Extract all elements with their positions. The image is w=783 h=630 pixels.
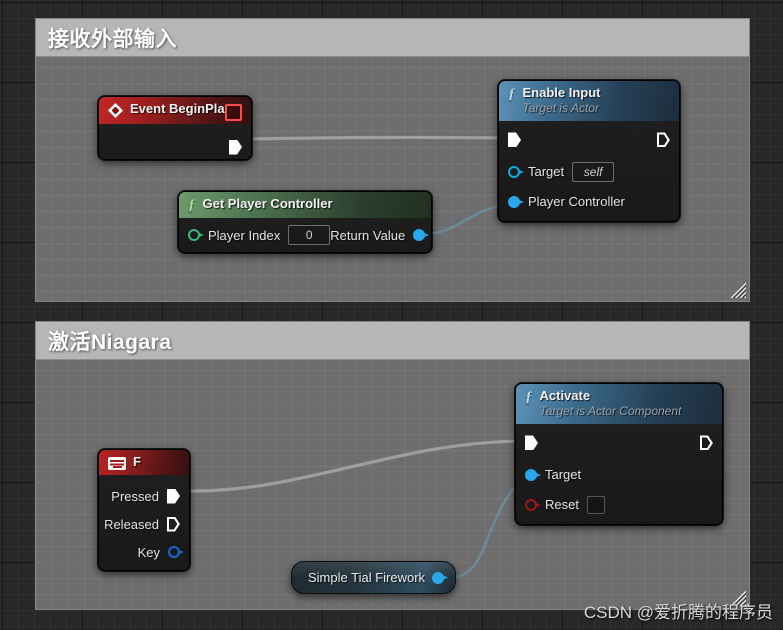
exec-output-pin[interactable] bbox=[229, 139, 242, 155]
pin-row-exec-out bbox=[99, 134, 251, 159]
watermark-text: CSDN @爱折腾的程序员 bbox=[583, 603, 773, 622]
variable-output-pin[interactable] bbox=[432, 571, 445, 584]
node-title: Enable Input bbox=[522, 85, 601, 100]
pin-row-exec bbox=[516, 430, 722, 456]
node-header[interactable]: ƒ Activate Target is Actor Component bbox=[516, 384, 722, 424]
return-value-output-pin[interactable] bbox=[413, 229, 426, 241]
node-subtitle: Target is Actor Component bbox=[539, 403, 682, 418]
exec-output-pin[interactable] bbox=[700, 435, 713, 450]
node-input-key-f[interactable]: F Pressed Released Key bbox=[98, 449, 190, 571]
pin-label-pressed: Pressed bbox=[111, 488, 159, 504]
function-f-icon: ƒ bbox=[525, 389, 533, 405]
pin-row-player-controller: Player Controller bbox=[499, 189, 679, 215]
node-event-begin-play[interactable]: Event BeginPlay bbox=[98, 96, 252, 160]
pin-row-target: Target self bbox=[499, 159, 679, 185]
node-body: Target self Player Controller bbox=[499, 120, 679, 221]
node-body: Pressed Released Key bbox=[99, 475, 189, 570]
target-input-pin[interactable] bbox=[508, 165, 520, 178]
node-simple-tial-firework-getter[interactable]: Simple Tial Firework bbox=[291, 561, 457, 594]
pin-row-player-index: Player Index 0 Return Value bbox=[179, 222, 431, 248]
node-header[interactable]: Event BeginPlay bbox=[99, 97, 251, 124]
player-index-input-pin[interactable] bbox=[188, 229, 200, 241]
event-diamond-icon bbox=[108, 103, 123, 118]
pin-label-player-index: Player Index bbox=[208, 227, 281, 243]
pin-label-return-value: Return Value bbox=[330, 227, 406, 243]
released-exec-output-pin[interactable] bbox=[167, 517, 180, 532]
pin-label-reset: Reset bbox=[545, 497, 579, 513]
pressed-exec-output-pin[interactable] bbox=[167, 488, 180, 504]
player-controller-input-pin[interactable] bbox=[508, 195, 520, 208]
pin-row-reset: Reset bbox=[516, 492, 722, 518]
pin-row-released: Released bbox=[99, 511, 189, 537]
node-body: Target Reset bbox=[516, 423, 722, 524]
pin-label-released: Released bbox=[104, 516, 159, 532]
node-body: Player Index 0 Return Value bbox=[179, 218, 431, 252]
function-f-icon: ƒ bbox=[508, 86, 516, 102]
event-badge-icon bbox=[225, 104, 242, 121]
comment-title-bar[interactable]: 激活Niagara bbox=[36, 322, 749, 360]
node-title: Event BeginPlay bbox=[130, 101, 232, 116]
node-header[interactable]: F bbox=[99, 450, 189, 475]
function-f-icon: ƒ bbox=[188, 197, 196, 213]
node-enable-input[interactable]: ƒ Enable Input Target is Actor Target se… bbox=[498, 80, 680, 222]
comment-title-bar[interactable]: 接收外部输入 bbox=[36, 19, 749, 57]
pin-label-player-controller: Player Controller bbox=[528, 194, 625, 210]
exec-input-pin[interactable] bbox=[508, 132, 521, 148]
node-title: Activate bbox=[539, 388, 591, 403]
blueprint-graph-canvas[interactable]: 接收外部输入 激活Niagara Event BeginPlay ƒ Enabl… bbox=[0, 0, 783, 630]
player-index-value-field[interactable]: 0 bbox=[288, 225, 331, 245]
node-title: F bbox=[133, 454, 141, 469]
node-header[interactable]: ƒ Get Player Controller bbox=[179, 192, 431, 218]
pin-label-target: Target bbox=[545, 467, 582, 483]
comment-resize-handle[interactable] bbox=[730, 282, 746, 298]
node-header[interactable]: ƒ Enable Input Target is Actor bbox=[499, 81, 679, 121]
exec-output-pin[interactable] bbox=[657, 132, 670, 147]
pin-label-key: Key bbox=[137, 544, 160, 560]
pin-row-exec bbox=[499, 127, 679, 153]
node-get-player-controller[interactable]: ƒ Get Player Controller Player Index 0 R… bbox=[178, 191, 432, 253]
pin-label-target: Target bbox=[528, 164, 565, 180]
pin-row-pressed: Pressed bbox=[99, 483, 189, 509]
reset-input-pin[interactable] bbox=[525, 498, 537, 511]
node-title: Get Player Controller bbox=[202, 196, 333, 211]
node-activate[interactable]: ƒ Activate Target is Actor Component Tar… bbox=[515, 383, 723, 525]
node-body bbox=[99, 124, 251, 159]
target-value-field[interactable]: self bbox=[572, 161, 615, 182]
exec-input-pin[interactable] bbox=[525, 435, 538, 451]
key-output-pin[interactable] bbox=[168, 546, 180, 558]
keyboard-icon bbox=[108, 457, 126, 470]
pin-row-target: Target bbox=[516, 462, 722, 488]
node-subtitle: Target is Actor bbox=[522, 100, 599, 115]
target-input-pin[interactable] bbox=[525, 468, 537, 481]
variable-name-label: Simple Tial Firework bbox=[308, 570, 426, 585]
comment-title: 接收外部输入 bbox=[48, 27, 177, 51]
reset-checkbox[interactable] bbox=[586, 495, 605, 514]
pin-row-key: Key bbox=[99, 539, 189, 565]
comment-title: 激活Niagara bbox=[48, 330, 172, 354]
